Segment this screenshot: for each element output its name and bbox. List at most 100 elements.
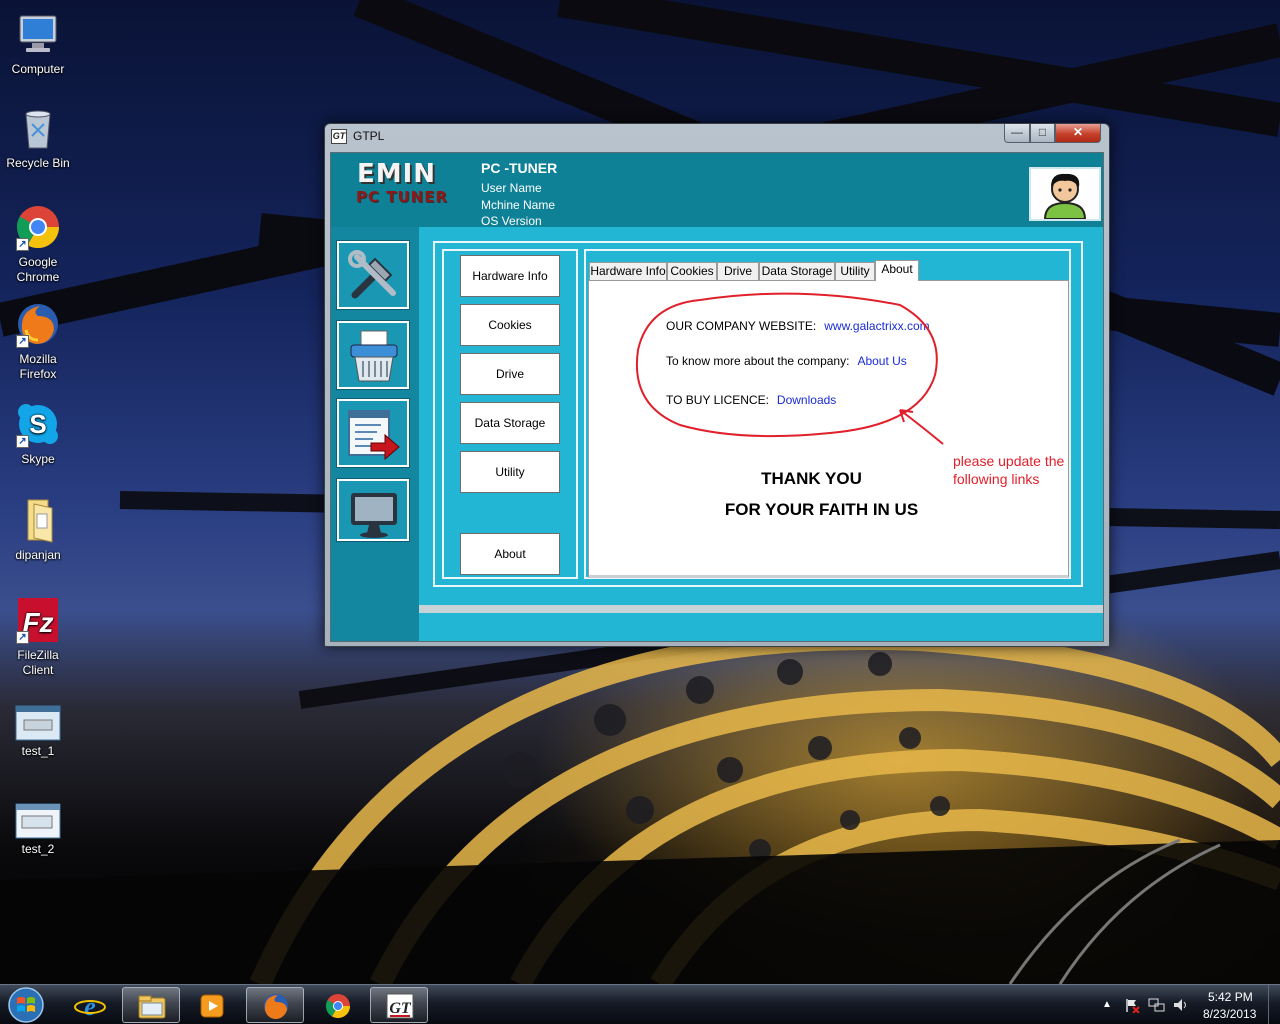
bottom-strip: [419, 605, 1103, 613]
taskbar-internet-explorer[interactable]: e: [60, 987, 118, 1023]
volume-icon[interactable]: [1172, 997, 1190, 1016]
taskbar-chrome[interactable]: [308, 987, 366, 1023]
desktop-icon-label: Computer: [11, 62, 65, 76]
about-us-link[interactable]: About Us: [857, 354, 906, 368]
side-button-panel: Hardware Info Cookies Drive Data Storage…: [442, 249, 578, 579]
faith-text: FOR YOUR FAITH IN US: [724, 500, 919, 519]
svg-text:S: S: [29, 409, 46, 439]
desktop-icon-folder[interactable]: dipanjan: [0, 496, 76, 563]
brand-logo-top: EMIN: [357, 159, 437, 189]
desktop-icon-firefox[interactable]: ↗ Mozilla Firefox: [0, 300, 76, 382]
os-version-label: OS Version: [481, 214, 542, 228]
about-tab-content: OUR COMPANY WEBSITE: www.galactrixx.com T…: [588, 280, 1069, 578]
downloads-link[interactable]: Downloads: [777, 393, 836, 407]
desktop-icon-recycle-bin[interactable]: Recycle Bin: [0, 104, 76, 171]
shortcut-arrow-icon: ↗: [16, 335, 29, 348]
main-area: Hardware Info Cookies Drive Data Storage…: [419, 227, 1103, 641]
app-title: PC -TUNER: [481, 160, 558, 176]
desktop-icon-label: Google Chrome: [16, 255, 60, 284]
tab-panel: Hardware Info Cookies Drive Data Storage…: [584, 249, 1071, 579]
close-button[interactable]: ✕: [1055, 124, 1101, 143]
shredder-icon: [350, 330, 398, 382]
desktop-icon-label: Skype: [21, 452, 55, 466]
desktop-icon-label: Mozilla Firefox: [19, 352, 57, 381]
brand-logo-bottom: PC TUNER: [356, 188, 448, 206]
app-logo-icon: GT: [331, 129, 347, 144]
skype-icon: S ↗: [14, 400, 62, 448]
tool-button-cleaner[interactable]: [336, 320, 410, 390]
tool-sidebar: [331, 227, 419, 641]
recycle-bin-icon: [14, 104, 62, 152]
minimize-button[interactable]: —: [1004, 124, 1030, 143]
website-label: OUR COMPANY WEBSITE:: [666, 319, 817, 333]
media-player-icon: [200, 994, 224, 1018]
tool-button-monitor[interactable]: [336, 478, 410, 542]
desktop-icon-chrome[interactable]: ↗ Google Chrome: [0, 203, 76, 285]
cookies-button[interactable]: Cookies: [460, 304, 560, 346]
monitor-icon: [351, 493, 397, 538]
taskbar-media-player[interactable]: [182, 987, 240, 1023]
user-avatar[interactable]: [1029, 167, 1101, 221]
title-bar[interactable]: GT GTPL — □ ✕: [325, 124, 1109, 148]
app-window-icon: [14, 700, 62, 741]
tab-hardware-info[interactable]: Hardware Info: [589, 262, 667, 280]
desktop-icon-label: Recycle Bin: [6, 156, 70, 170]
clock-time[interactable]: 5:42 PM: [1208, 990, 1253, 1004]
machine-name-label: Mchine Name: [481, 198, 556, 212]
tab-about[interactable]: About: [875, 260, 919, 281]
taskbar-firefox[interactable]: [246, 987, 304, 1023]
drive-button[interactable]: Drive: [460, 353, 560, 395]
maximize-button[interactable]: □: [1030, 124, 1055, 143]
svg-text:GT: GT: [389, 1000, 412, 1017]
tool-button-export[interactable]: [336, 398, 410, 468]
licence-label: TO BUY LICENCE:: [666, 393, 769, 407]
tab-cookies[interactable]: Cookies: [667, 262, 717, 280]
taskbar: e GT ▲ 5:42 PM 8/23/2013: [0, 984, 1280, 1024]
desktop-icon-label: dipanjan: [15, 548, 61, 562]
taskbar-gt-app[interactable]: GT: [370, 987, 428, 1023]
annotation-note: please update the following links: [953, 453, 1065, 487]
tab-utility[interactable]: Utility: [835, 262, 875, 280]
show-hidden-icons-icon[interactable]: ▲: [1102, 999, 1112, 1010]
show-desktop-button[interactable]: [1268, 985, 1280, 1024]
svg-text:e: e: [84, 992, 96, 1020]
user-name-label: User Name: [481, 181, 542, 195]
computer-icon: [14, 10, 62, 58]
tools-icon: [348, 250, 396, 299]
internet-explorer-icon: e: [74, 992, 106, 1020]
website-link[interactable]: www.galactrixx.com: [824, 319, 929, 333]
export-icon: [348, 410, 400, 461]
network-icon[interactable]: [1148, 997, 1166, 1016]
tab-data-storage[interactable]: Data Storage: [759, 262, 835, 280]
shortcut-arrow-icon: ↗: [16, 631, 29, 644]
hardware-info-button[interactable]: Hardware Info: [460, 255, 560, 297]
shortcut-arrow-icon: ↗: [16, 435, 29, 448]
clock-date[interactable]: 8/23/2013: [1203, 1007, 1256, 1021]
company-label: To know more about the company:: [666, 354, 850, 368]
company-row: To know more about the company: About Us: [666, 354, 907, 368]
app-window: GT GTPL — □ ✕ EMIN PC TUNER PC -TUNER Us…: [324, 123, 1110, 647]
chrome-icon: [325, 994, 350, 1019]
desktop-icon-filezilla[interactable]: Fz ↗ FileZilla Client: [0, 596, 76, 678]
licence-row: TO BUY LICENCE: Downloads: [666, 393, 836, 407]
action-center-flag-icon[interactable]: [1124, 997, 1140, 1016]
avatar-icon: [1043, 173, 1087, 220]
taskbar-windows-explorer[interactable]: [122, 987, 180, 1023]
desktop-icon-skype[interactable]: S ↗ Skype: [0, 400, 76, 467]
chrome-icon: ↗: [14, 203, 62, 251]
shortcut-arrow-icon: ↗: [16, 238, 29, 251]
folder-icon: [14, 496, 62, 544]
about-button[interactable]: About: [460, 533, 560, 575]
desktop-icon-label: FileZilla Client: [17, 648, 59, 677]
app-window-icon: [14, 798, 62, 839]
tab-drive[interactable]: Drive: [717, 262, 759, 280]
desktop-icon-computer[interactable]: Computer: [0, 10, 76, 77]
firefox-icon: ↗: [14, 300, 62, 348]
window-title: GTPL: [353, 129, 385, 143]
start-button[interactable]: [4, 986, 48, 1024]
desktop-icon-test-2[interactable]: test_2: [0, 798, 76, 857]
desktop-icon-test-1[interactable]: test_1: [0, 700, 76, 759]
tool-button-tools[interactable]: [336, 240, 410, 310]
data-storage-button[interactable]: Data Storage: [460, 402, 560, 444]
utility-button[interactable]: Utility: [460, 451, 560, 493]
